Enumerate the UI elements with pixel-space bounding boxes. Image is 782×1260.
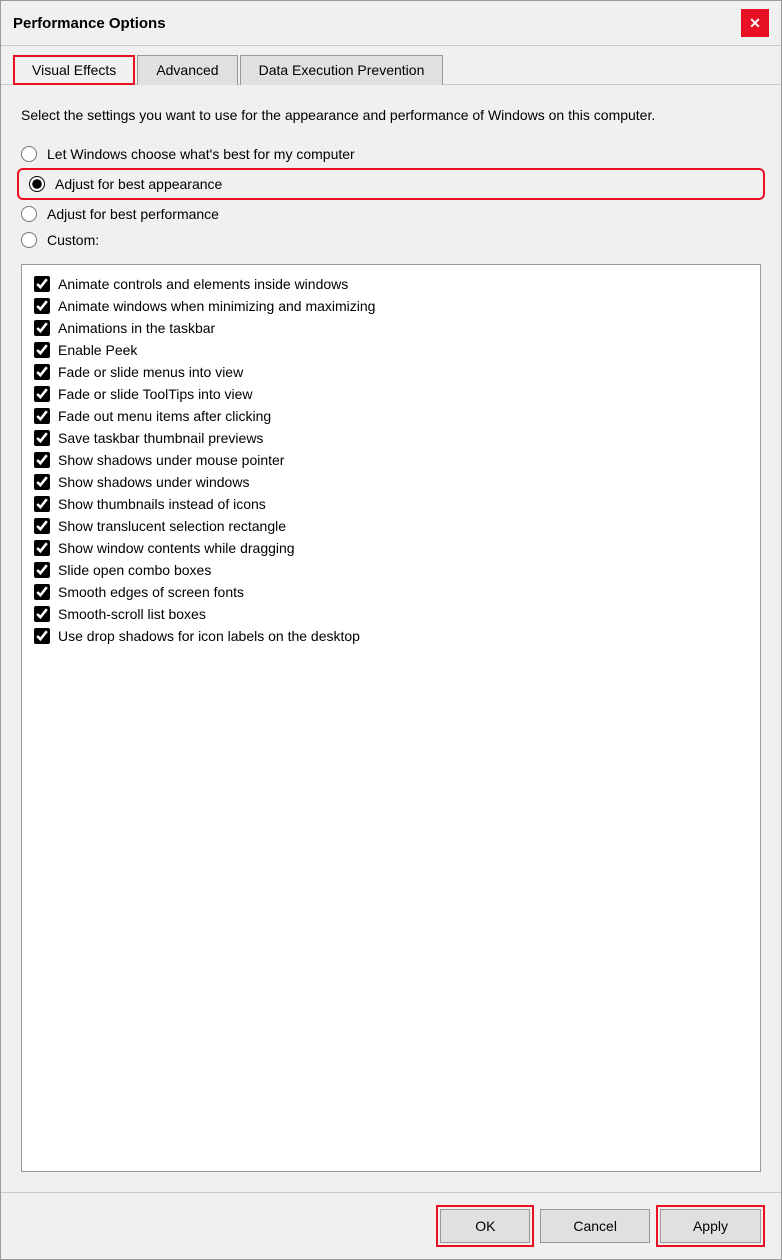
radio-best-appearance-label: Adjust for best appearance bbox=[55, 176, 222, 192]
checkbox-drop-shadows-icons-label[interactable]: Use drop shadows for icon labels on the … bbox=[58, 628, 360, 644]
tab-advanced[interactable]: Advanced bbox=[137, 55, 237, 85]
checkbox-translucent-selection[interactable]: Show translucent selection rectangle bbox=[34, 515, 748, 537]
title-bar: Performance Options ✕ bbox=[1, 1, 781, 46]
radio-custom-input[interactable] bbox=[21, 232, 37, 248]
checkbox-window-contents-dragging[interactable]: Show window contents while dragging bbox=[34, 537, 748, 559]
tab-dep[interactable]: Data Execution Prevention bbox=[240, 55, 444, 85]
checkbox-window-contents-dragging-input[interactable] bbox=[34, 540, 50, 556]
checkbox-animate-controls-input[interactable] bbox=[34, 276, 50, 292]
checkbox-fade-slide-menus-input[interactable] bbox=[34, 364, 50, 380]
checkbox-animate-windows-input[interactable] bbox=[34, 298, 50, 314]
checkbox-enable-peek-input[interactable] bbox=[34, 342, 50, 358]
tab-bar: Visual Effects Advanced Data Execution P… bbox=[1, 46, 781, 85]
cancel-button[interactable]: Cancel bbox=[540, 1209, 650, 1243]
checkbox-shadows-mouse-input[interactable] bbox=[34, 452, 50, 468]
checkbox-fade-slide-tooltips[interactable]: Fade or slide ToolTips into view bbox=[34, 383, 748, 405]
checkbox-fade-menu-items-label[interactable]: Fade out menu items after clicking bbox=[58, 408, 271, 424]
button-bar: OK Cancel Apply bbox=[1, 1192, 781, 1259]
radio-group: Let Windows choose what's best for my co… bbox=[21, 146, 761, 248]
checkbox-fade-slide-tooltips-label[interactable]: Fade or slide ToolTips into view bbox=[58, 386, 253, 402]
radio-let-windows[interactable]: Let Windows choose what's best for my co… bbox=[21, 146, 761, 162]
checkbox-fade-menu-items[interactable]: Fade out menu items after clicking bbox=[34, 405, 748, 427]
checkbox-animations-taskbar[interactable]: Animations in the taskbar bbox=[34, 317, 748, 339]
tab-content: Select the settings you want to use for … bbox=[1, 85, 781, 1192]
checkbox-thumbnails-icons[interactable]: Show thumbnails instead of icons bbox=[34, 493, 748, 515]
checkbox-slide-combo-label[interactable]: Slide open combo boxes bbox=[58, 562, 211, 578]
radio-best-performance[interactable]: Adjust for best performance bbox=[21, 206, 761, 222]
performance-options-dialog: Performance Options ✕ Visual Effects Adv… bbox=[0, 0, 782, 1260]
checkbox-drop-shadows-icons-input[interactable] bbox=[34, 628, 50, 644]
checkbox-shadows-windows[interactable]: Show shadows under windows bbox=[34, 471, 748, 493]
checkbox-translucent-selection-label[interactable]: Show translucent selection rectangle bbox=[58, 518, 286, 534]
checkbox-smooth-scroll-input[interactable] bbox=[34, 606, 50, 622]
checkbox-animate-controls[interactable]: Animate controls and elements inside win… bbox=[34, 273, 748, 295]
checkbox-slide-combo-input[interactable] bbox=[34, 562, 50, 578]
checkbox-animate-controls-label[interactable]: Animate controls and elements inside win… bbox=[58, 276, 348, 292]
checkbox-fade-menu-items-input[interactable] bbox=[34, 408, 50, 424]
checkbox-smooth-edges-input[interactable] bbox=[34, 584, 50, 600]
ok-button[interactable]: OK bbox=[440, 1209, 530, 1243]
checkbox-drop-shadows-icons[interactable]: Use drop shadows for icon labels on the … bbox=[34, 625, 748, 647]
checkbox-smooth-edges-label[interactable]: Smooth edges of screen fonts bbox=[58, 584, 244, 600]
radio-best-performance-label: Adjust for best performance bbox=[47, 206, 219, 222]
checkbox-animate-windows[interactable]: Animate windows when minimizing and maxi… bbox=[34, 295, 748, 317]
checkbox-thumbnails-icons-label[interactable]: Show thumbnails instead of icons bbox=[58, 496, 266, 512]
checkbox-save-taskbar-thumbnails[interactable]: Save taskbar thumbnail previews bbox=[34, 427, 748, 449]
radio-best-performance-input[interactable] bbox=[21, 206, 37, 222]
radio-custom[interactable]: Custom: bbox=[21, 232, 761, 248]
checkbox-fade-slide-menus-label[interactable]: Fade or slide menus into view bbox=[58, 364, 243, 380]
dialog-title: Performance Options bbox=[13, 15, 166, 32]
checkbox-fade-slide-tooltips-input[interactable] bbox=[34, 386, 50, 402]
apply-button[interactable]: Apply bbox=[660, 1209, 761, 1243]
checkbox-fade-slide-menus[interactable]: Fade or slide menus into view bbox=[34, 361, 748, 383]
checkbox-shadows-windows-label[interactable]: Show shadows under windows bbox=[58, 474, 249, 490]
checkbox-save-taskbar-thumbnails-label[interactable]: Save taskbar thumbnail previews bbox=[58, 430, 263, 446]
checkbox-thumbnails-icons-input[interactable] bbox=[34, 496, 50, 512]
checkbox-animations-taskbar-label[interactable]: Animations in the taskbar bbox=[58, 320, 215, 336]
tab-visual-effects[interactable]: Visual Effects bbox=[13, 55, 135, 85]
checkbox-animate-windows-label[interactable]: Animate windows when minimizing and maxi… bbox=[58, 298, 375, 314]
checkbox-shadows-windows-input[interactable] bbox=[34, 474, 50, 490]
checkbox-shadows-mouse[interactable]: Show shadows under mouse pointer bbox=[34, 449, 748, 471]
checkbox-translucent-selection-input[interactable] bbox=[34, 518, 50, 534]
custom-list: Animate controls and elements inside win… bbox=[21, 264, 761, 1172]
checkbox-slide-combo[interactable]: Slide open combo boxes bbox=[34, 559, 748, 581]
radio-custom-label: Custom: bbox=[47, 232, 99, 248]
checkbox-animations-taskbar-input[interactable] bbox=[34, 320, 50, 336]
checkbox-save-taskbar-thumbnails-input[interactable] bbox=[34, 430, 50, 446]
radio-let-windows-label: Let Windows choose what's best for my co… bbox=[47, 146, 355, 162]
checkbox-enable-peek-label[interactable]: Enable Peek bbox=[58, 342, 137, 358]
checkbox-smooth-edges[interactable]: Smooth edges of screen fonts bbox=[34, 581, 748, 603]
description-text: Select the settings you want to use for … bbox=[21, 105, 761, 126]
checkbox-smooth-scroll-label[interactable]: Smooth-scroll list boxes bbox=[58, 606, 206, 622]
checkbox-smooth-scroll[interactable]: Smooth-scroll list boxes bbox=[34, 603, 748, 625]
radio-best-appearance[interactable]: Adjust for best appearance bbox=[21, 172, 761, 196]
checkbox-window-contents-dragging-label[interactable]: Show window contents while dragging bbox=[58, 540, 295, 556]
radio-let-windows-input[interactable] bbox=[21, 146, 37, 162]
checkbox-shadows-mouse-label[interactable]: Show shadows under mouse pointer bbox=[58, 452, 284, 468]
checkbox-enable-peek[interactable]: Enable Peek bbox=[34, 339, 748, 361]
radio-best-appearance-input[interactable] bbox=[29, 176, 45, 192]
close-button[interactable]: ✕ bbox=[741, 9, 769, 37]
